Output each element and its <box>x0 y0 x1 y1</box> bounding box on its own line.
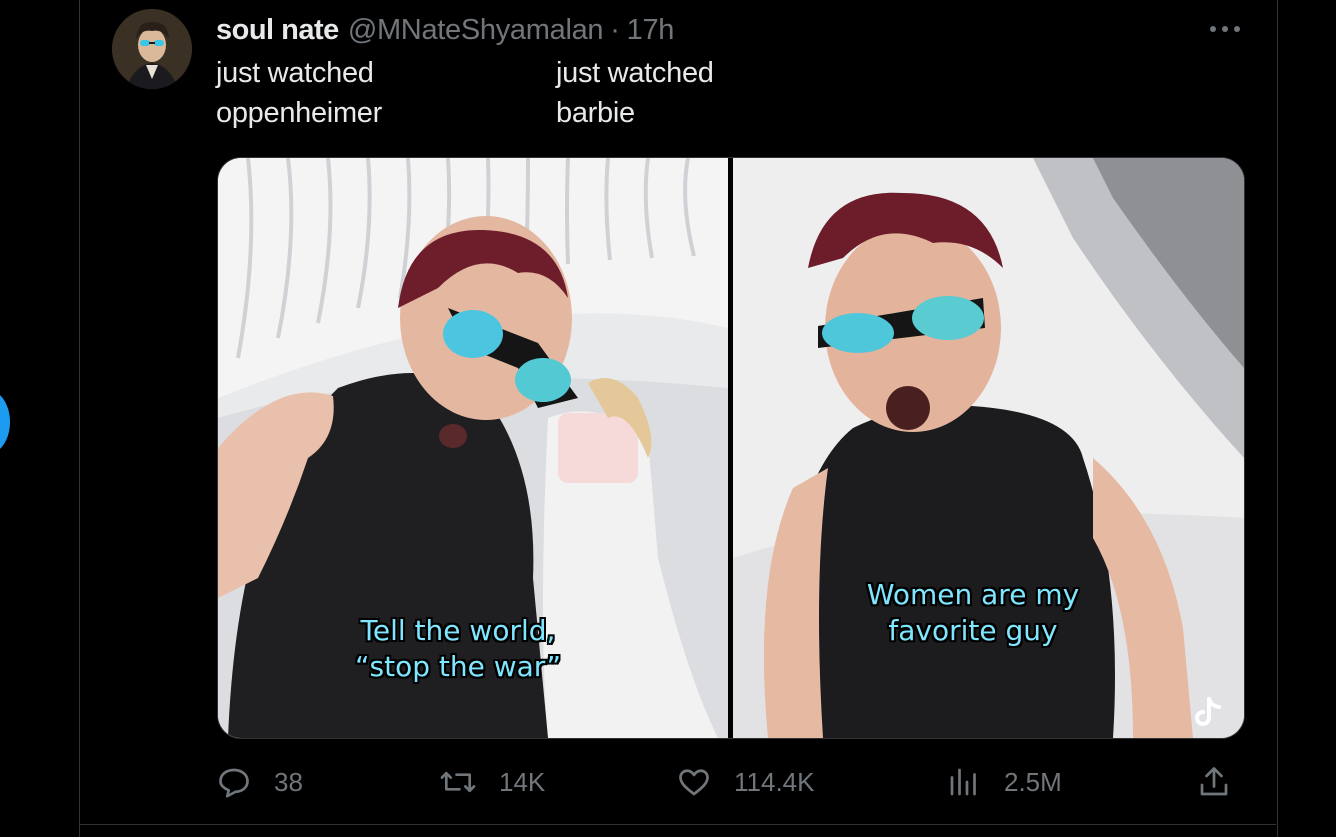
tweet-media[interactable]: Tell the world, “stop the war” Women are… <box>217 157 1245 739</box>
tweet-text-line: just watched <box>556 57 714 89</box>
reply-icon <box>219 768 249 798</box>
caption-line: favorite guy <box>888 614 1058 647</box>
tweet-header: soul nate @MNateShyamalan · 17h <box>216 12 674 48</box>
header-separator: · <box>610 13 620 46</box>
author-display-name[interactable]: soul nate <box>216 14 339 47</box>
tweet-actions: 38 14K 114.4K 2.5M <box>216 760 1246 804</box>
more-icon <box>1210 26 1240 32</box>
tweet-text-right: just watched barbie <box>556 53 714 133</box>
caption-line: “stop the war” <box>355 650 561 683</box>
repost-icon <box>440 771 476 793</box>
repost-count: 14K <box>499 766 546 797</box>
tweet-text-left: just watched oppenheimer <box>216 53 382 133</box>
like-count: 114.4K <box>734 766 815 797</box>
media-divider <box>728 158 733 738</box>
media-image-right[interactable]: Women are my favorite guy <box>733 158 1244 738</box>
share-icon <box>1200 767 1228 796</box>
reply-count: 38 <box>274 766 303 797</box>
views-count: 2.5M <box>1004 766 1062 797</box>
views-button[interactable]: 2.5M <box>946 760 1062 804</box>
media-caption-right: Women are my favorite guy <box>843 577 1103 649</box>
views-icon <box>950 768 976 796</box>
repost-button[interactable]: 14K <box>439 760 545 804</box>
tweet-timestamp[interactable]: 17h <box>627 14 675 47</box>
tweet-divider <box>80 824 1276 825</box>
like-icon <box>679 769 709 796</box>
caption-line: Women are my <box>866 578 1080 611</box>
author-handle[interactable]: @MNateShyamalan <box>348 14 604 47</box>
tweet-text-line: oppenheimer <box>216 97 382 129</box>
caption-line: Tell the world, <box>360 614 556 647</box>
reply-button[interactable]: 38 <box>216 760 303 804</box>
avatar-image <box>112 9 192 89</box>
more-options-button[interactable] <box>1205 15 1245 43</box>
tiktok-icon <box>1195 697 1221 726</box>
share-button[interactable] <box>1196 760 1232 804</box>
media-image-left[interactable]: Tell the world, “stop the war” <box>218 158 728 738</box>
tweet-text-line: just watched <box>216 57 374 89</box>
media-caption-left: Tell the world, “stop the war” <box>338 613 578 685</box>
avatar[interactable] <box>112 9 192 89</box>
floating-compose-button[interactable] <box>0 390 10 454</box>
media-illustration-right <box>733 158 1244 738</box>
tweet-text-line: barbie <box>556 97 635 129</box>
like-button[interactable]: 114.4K <box>676 760 814 804</box>
